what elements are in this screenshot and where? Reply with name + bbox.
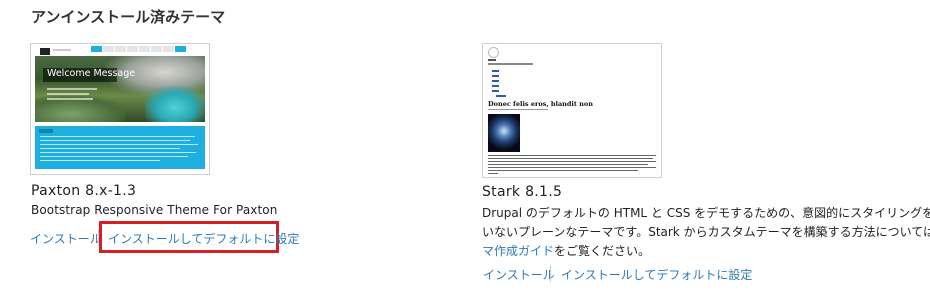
paxton-nav-preview — [91, 46, 186, 52]
theming-guide-link[interactable]: マ作成ガイド — [482, 244, 554, 258]
stark-description-tail: をご覧ください。 — [554, 244, 651, 258]
stark-theme-name: Stark 8.1.5 — [482, 184, 563, 200]
paxton-theme-name: Paxton 8.x-1.3 — [31, 183, 137, 199]
stark-install-and-set-default-link[interactable]: インストールしてデフォルトに設定 — [561, 266, 752, 283]
stark-logo-icon — [488, 47, 499, 58]
stark-preview-heading: Donec felis eros, blandit non — [488, 100, 593, 108]
stark-description-line-1: Drupal のデフォルトの HTML と CSS をデモするための、意図的にス… — [482, 206, 930, 220]
stark-screenshot: Donec felis eros, blandit non — [482, 43, 662, 178]
stark-install-link[interactable]: インストール — [483, 266, 555, 283]
stark-description-line-2: いないプレーンなテーマです。Stark からカスタムテーマを構築する方法について… — [482, 225, 930, 239]
paxton-logo-icon — [40, 48, 50, 55]
stark-link-separator — [550, 265, 551, 282]
stark-earth-image — [488, 114, 520, 152]
uninstalled-themes-page: アンインストール済みテーマ Welcome Message Paxton 8.x… — [0, 0, 930, 304]
paxton-theme-description: Bootstrap Responsive Theme For Paxton — [31, 203, 278, 217]
paxton-hero-image: Welcome Message — [35, 56, 205, 122]
paxton-install-and-set-default-link[interactable]: インストールしてデフォルトに設定 — [108, 230, 299, 247]
stark-theme-description: Drupal のデフォルトの HTML と CSS をデモするための、意図的にス… — [482, 204, 930, 261]
paxton-content-preview — [35, 126, 205, 169]
paxton-screenshot: Welcome Message — [30, 43, 210, 175]
section-title: アンインストール済みテーマ — [31, 8, 226, 26]
paxton-welcome-text: Welcome Message — [47, 68, 136, 79]
paxton-install-link[interactable]: インストール — [30, 230, 102, 247]
